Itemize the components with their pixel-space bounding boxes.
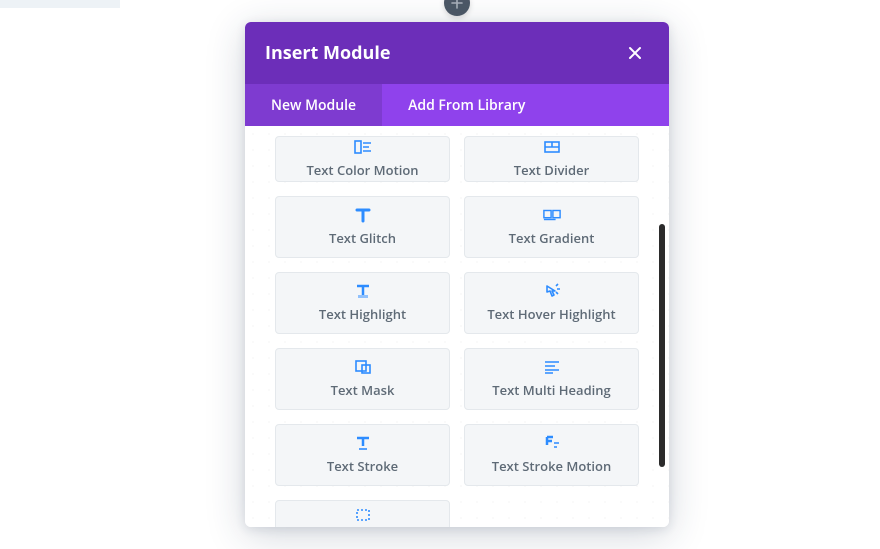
- module-card-text-stroke-motion[interactable]: Text Stroke Motion: [464, 424, 639, 486]
- module-card-text-multi-heading[interactable]: Text Multi Heading: [464, 348, 639, 410]
- module-card-text-hover-highlight[interactable]: Text Hover Highlight: [464, 272, 639, 334]
- gradient-icon: [543, 207, 561, 223]
- multi-heading-icon: [543, 359, 561, 375]
- module-card-text-glitch[interactable]: Text Glitch: [275, 196, 450, 258]
- background-sliver: [0, 0, 120, 8]
- module-label: Text Color Motion: [306, 161, 418, 179]
- close-button[interactable]: [621, 39, 649, 67]
- tab-add-from-library[interactable]: Add From Library: [382, 84, 551, 126]
- module-label: Text Mask: [331, 381, 395, 399]
- module-grid: Text Color Motion Text Divider: [275, 136, 639, 527]
- module-label: Text Stroke: [327, 457, 398, 475]
- tab-new-module[interactable]: New Module: [245, 84, 382, 126]
- module-card-text-mask[interactable]: Text Mask: [275, 348, 450, 410]
- divider-icon: [543, 139, 561, 155]
- module-card-next-partial[interactable]: [275, 500, 450, 527]
- plus-icon: [451, 0, 463, 9]
- modal-title: Insert Module: [265, 41, 391, 65]
- module-card-text-stroke[interactable]: Text Stroke: [275, 424, 450, 486]
- module-label: Text Gradient: [509, 229, 595, 247]
- stroke-motion-icon: [543, 435, 561, 451]
- insert-module-modal: Insert Module New Module Add From Librar…: [245, 22, 669, 527]
- module-label: Text Stroke Motion: [492, 457, 612, 475]
- module-label: Text Highlight: [319, 305, 406, 323]
- modal-body: Text Color Motion Text Divider: [245, 126, 669, 527]
- modal-header: Insert Module: [245, 22, 669, 84]
- highlight-icon: [354, 283, 372, 299]
- stroke-icon: [354, 435, 372, 451]
- hover-highlight-icon: [543, 283, 561, 299]
- module-label: Text Multi Heading: [492, 381, 611, 399]
- module-label: Text Glitch: [329, 229, 396, 247]
- mask-icon: [354, 359, 372, 375]
- tabs: New Module Add From Library: [245, 84, 669, 126]
- add-module-fab[interactable]: [444, 0, 470, 16]
- glitch-icon: [354, 207, 372, 223]
- module-card-text-highlight[interactable]: Text Highlight: [275, 272, 450, 334]
- module-card-text-gradient[interactable]: Text Gradient: [464, 196, 639, 258]
- close-icon: [628, 46, 642, 60]
- module-label: Text Hover Highlight: [487, 305, 615, 323]
- module-label: Text Divider: [514, 161, 589, 179]
- module-card-text-color-motion[interactable]: Text Color Motion: [275, 136, 450, 182]
- scrollbar[interactable]: [659, 224, 665, 467]
- partial-module-icon: [354, 507, 372, 523]
- color-motion-icon: [354, 139, 372, 155]
- module-card-text-divider[interactable]: Text Divider: [464, 136, 639, 182]
